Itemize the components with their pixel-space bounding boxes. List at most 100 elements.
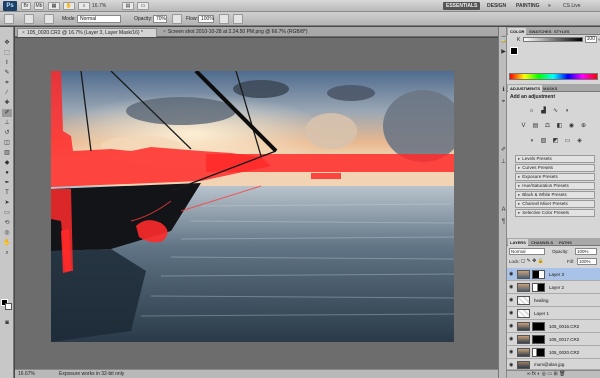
layer-row[interactable]: ◉ healing	[507, 294, 600, 307]
layer-opacity-field[interactable]: 100%	[575, 248, 597, 255]
tab-screen-shot[interactable]: × Screen shot 2010-10-28 at 2.24.50 PM.pn…	[159, 28, 329, 37]
color-balance-icon[interactable]: ⚖	[543, 122, 552, 131]
clone-source-panel-icon[interactable]: ⊥	[500, 159, 507, 166]
pressure-opacity-icon[interactable]	[172, 14, 182, 24]
mini-bridge-button[interactable]: Mb	[34, 2, 44, 10]
eye-icon[interactable]: ◉	[509, 362, 515, 368]
layer-row[interactable]: ◉ Layer 1	[507, 307, 600, 320]
black-white-presets[interactable]: ▸ Black & White Presets	[515, 191, 595, 199]
layer-row[interactable]: ◉ Layer 3	[507, 268, 600, 281]
gradient-tool-icon[interactable]: ▥	[2, 149, 12, 157]
eye-icon[interactable]: ◉	[509, 297, 515, 303]
character-panel-icon[interactable]: A	[500, 207, 507, 214]
workspace-more[interactable]: »	[545, 2, 554, 10]
actions-panel-icon[interactable]: ▶	[500, 49, 507, 56]
hue-saturation-icon[interactable]: ▤	[531, 122, 540, 131]
tab-masks[interactable]: MASKS	[541, 85, 559, 92]
brush-panel-icon[interactable]: ✐	[500, 147, 507, 154]
close-tab-icon[interactable]: ×	[22, 30, 25, 36]
view-extras-icon[interactable]: ▦	[48, 2, 60, 10]
lock-icons[interactable]: ◻ ✎ ✥ 🔒	[521, 258, 544, 264]
tab-paths[interactable]: PATHS	[557, 239, 574, 246]
tab-channels[interactable]: CHANNELS	[529, 239, 555, 246]
levels-presets[interactable]: ▸ Levels Presets	[515, 155, 595, 163]
background-color-swatch[interactable]	[5, 303, 12, 310]
workspace-essentials[interactable]: ESSENTIALS	[443, 2, 481, 10]
exposure-icon[interactable]: ◐	[563, 107, 572, 116]
navigator-panel-icon[interactable]: ⌖	[500, 99, 507, 106]
flow-field[interactable]: 100%	[198, 15, 214, 23]
blend-mode-select[interactable]: Normal	[509, 248, 545, 255]
screen-mode-icon[interactable]: ▭	[137, 2, 149, 10]
dodge-tool-icon[interactable]: ●	[2, 169, 12, 177]
fill-field[interactable]: 100%	[577, 258, 597, 265]
layer-actions-icons[interactable]: ∞ fx ◐ ◎ ▭ ⊞ 🗑	[527, 371, 565, 378]
tab-layers[interactable]: LAYERS	[508, 239, 528, 246]
eye-icon[interactable]: ◉	[509, 271, 515, 277]
vibrance-icon[interactable]: V	[519, 122, 528, 131]
k-value-field[interactable]: 100	[585, 36, 597, 43]
layer-mask-thumbnail[interactable]	[532, 322, 545, 331]
status-zoom[interactable]: 16.67%	[18, 370, 35, 378]
clone-stamp-tool-icon[interactable]: ⊥	[2, 119, 12, 127]
info-panel-icon[interactable]: ℹ	[500, 87, 507, 94]
zoom-tool-icon[interactable]: ⌕	[2, 249, 12, 257]
mode-select[interactable]: Normal	[77, 15, 121, 23]
move-tool-icon[interactable]: ✥	[2, 39, 12, 47]
threshold-icon[interactable]: ◩	[551, 137, 560, 146]
tool-preset-icon[interactable]	[4, 14, 14, 24]
brush-tool-icon[interactable]: ✐	[2, 109, 12, 117]
cs-live-button[interactable]: CS Live	[563, 2, 581, 10]
eye-icon[interactable]: ◉	[509, 336, 515, 342]
eyedropper-tool-icon[interactable]: ⁄	[2, 89, 12, 97]
selective-color-presets[interactable]: ▸ Selective Color Presets	[515, 209, 595, 217]
eye-icon[interactable]: ◉	[509, 323, 515, 329]
brush-preset-icon[interactable]	[24, 14, 34, 24]
3d-orbit-tool-icon[interactable]: ◎	[2, 229, 12, 237]
3d-rotate-tool-icon[interactable]: ⟲	[2, 219, 12, 227]
hand-tool-icon[interactable]: ✋	[2, 239, 12, 247]
workspace-design[interactable]: DESIGN	[484, 2, 509, 10]
layer-row[interactable]: ◉ 105_0017.CR2	[507, 333, 600, 346]
photo-filter-icon[interactable]: ◉	[567, 122, 576, 131]
lasso-tool-icon[interactable]: ℓ	[2, 59, 12, 67]
layer-mask-thumbnail[interactable]	[532, 348, 545, 357]
eraser-tool-icon[interactable]: ◫	[2, 139, 12, 147]
bridge-button[interactable]: Br	[21, 2, 31, 10]
layer-row[interactable]: ◉ 105_0020.CR2	[507, 346, 600, 359]
path-select-tool-icon[interactable]: ➤	[2, 199, 12, 207]
tab-105-0020[interactable]: × 105_0020.CR2 @ 16.7% (Layer 3, Layer Ma…	[17, 28, 157, 37]
tab-styles[interactable]: STYLES	[552, 28, 572, 35]
tab-adjustments[interactable]: ADJUSTMENTS	[508, 85, 543, 92]
healing-brush-tool-icon[interactable]: ✚	[2, 99, 12, 107]
quick-mask-icon[interactable]: ◙	[2, 319, 12, 327]
history-panel-icon[interactable]: ⌛	[500, 37, 507, 44]
layer-row[interactable]: ◉ Layer 2	[507, 281, 600, 294]
close-tab-icon[interactable]: ×	[163, 29, 166, 35]
layer-mask-thumbnail[interactable]	[532, 335, 545, 344]
levels-icon[interactable]: ▟	[539, 107, 548, 116]
pen-tool-icon[interactable]: ✒	[2, 179, 12, 187]
black-white-icon[interactable]: ◧	[555, 122, 564, 131]
type-tool-icon[interactable]: T	[2, 189, 12, 197]
arrange-documents-icon[interactable]: ▤	[122, 2, 134, 10]
document-image[interactable]	[51, 71, 454, 342]
exposure-presets[interactable]: ▸ Exposure Presets	[515, 173, 595, 181]
invert-icon[interactable]: ◑	[527, 137, 536, 146]
tab-color[interactable]: COLOR	[508, 28, 527, 35]
blur-tool-icon[interactable]: ◆	[2, 159, 12, 167]
color-ramp[interactable]	[509, 73, 598, 80]
hand-tool-icon[interactable]: ✋	[63, 2, 75, 10]
layer-mask-thumbnail[interactable]	[532, 283, 545, 292]
posterize-icon[interactable]: ▨	[539, 137, 548, 146]
gradient-map-icon[interactable]: ▭	[563, 137, 572, 146]
curves-presets[interactable]: ▸ Curves Presets	[515, 164, 595, 172]
crop-tool-icon[interactable]: ⌗	[2, 79, 12, 87]
hue-saturation-presets[interactable]: ▸ Hue/Saturation Presets	[515, 182, 595, 190]
zoom-tool-icon[interactable]: ⌕	[78, 2, 90, 10]
layer-row[interactable]: ◉ 105_0016.CR2	[507, 320, 600, 333]
curves-icon[interactable]: ∿	[551, 107, 560, 116]
layer-mask-thumbnail[interactable]	[532, 270, 545, 279]
eye-icon[interactable]: ◉	[509, 310, 515, 316]
layer-row[interactable]: ◉ mum@alan.jpg	[507, 359, 600, 370]
